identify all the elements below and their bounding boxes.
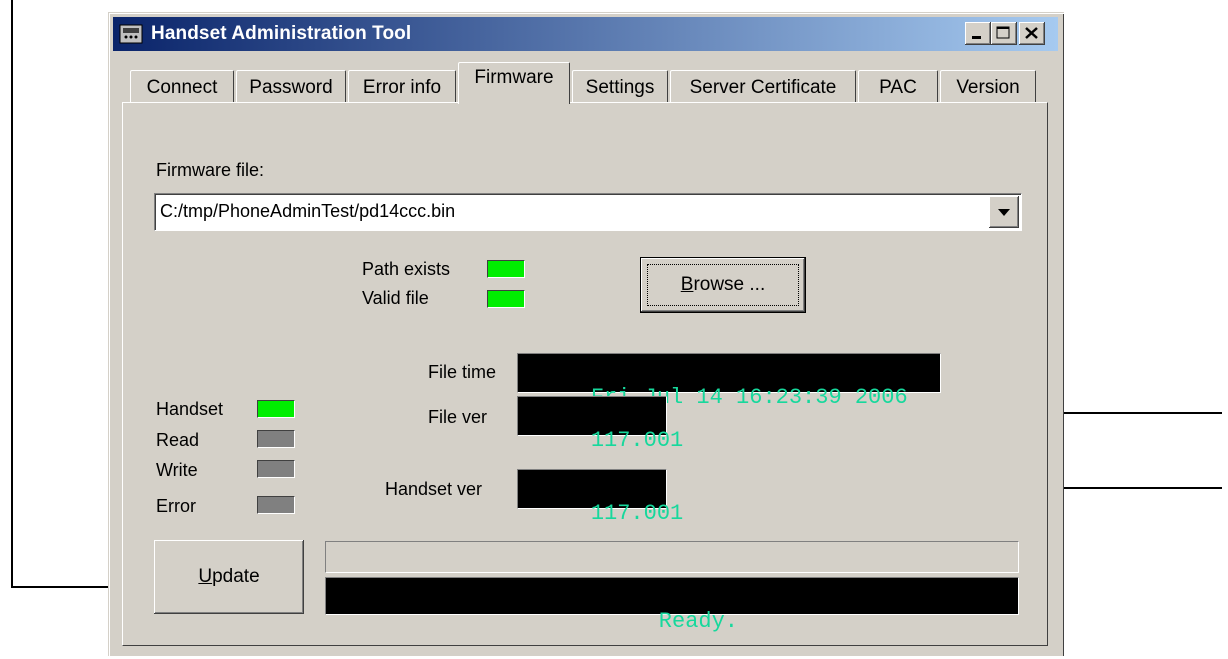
valid-file-indicator: [487, 290, 525, 308]
file-time-display: Fri Jul 14 16:23:39 2006: [517, 353, 941, 410]
firmware-file-label: Firmware file:: [156, 160, 265, 180]
write-status-label: Write: [156, 460, 198, 480]
dropdown-button[interactable]: [989, 196, 1019, 228]
path-exists-indicator: [487, 260, 525, 278]
firmware-file-path: C:/tmp/PhoneAdminTest/pd14ccc.bin: [160, 201, 456, 221]
file-ver-label: File ver: [428, 407, 488, 427]
error-indicator: [257, 496, 295, 514]
valid-file-label: Valid file: [362, 288, 429, 308]
update-button-label: Update: [198, 566, 260, 587]
status-text: Ready.: [658, 609, 739, 634]
read-status-label: Read: [156, 430, 200, 450]
write-indicator: [257, 460, 295, 478]
handset-status-label: Handset: [156, 399, 224, 419]
firmware-file-combobox[interactable]: C:/tmp/PhoneAdminTest/pd14ccc.bin: [154, 193, 1022, 231]
handset-indicator: [257, 400, 295, 418]
update-button[interactable]: Update: [154, 540, 304, 614]
update-progress-bar: [325, 541, 1019, 573]
browse-button[interactable]: Browse ...: [640, 257, 806, 313]
handset-ver-label: Handset ver: [385, 479, 483, 499]
path-exists-label: Path exists: [362, 259, 451, 279]
file-time-label: File time: [428, 362, 497, 382]
handset-ver-value: 117.001: [590, 501, 684, 526]
firmware-content: Firmware file: C:/tmp/PhoneAdminTest/pd1…: [0, 0, 1228, 656]
browse-button-label: Browse ...: [680, 274, 766, 295]
handset-ver-display: 117.001: [517, 469, 683, 526]
file-ver-display: 117.001: [517, 396, 683, 453]
read-indicator: [257, 430, 295, 448]
file-ver-value: 117.001: [590, 428, 684, 453]
status-display: Ready.: [325, 577, 1019, 634]
chevron-down-icon: [998, 209, 1010, 216]
error-status-label: Error: [156, 496, 196, 516]
